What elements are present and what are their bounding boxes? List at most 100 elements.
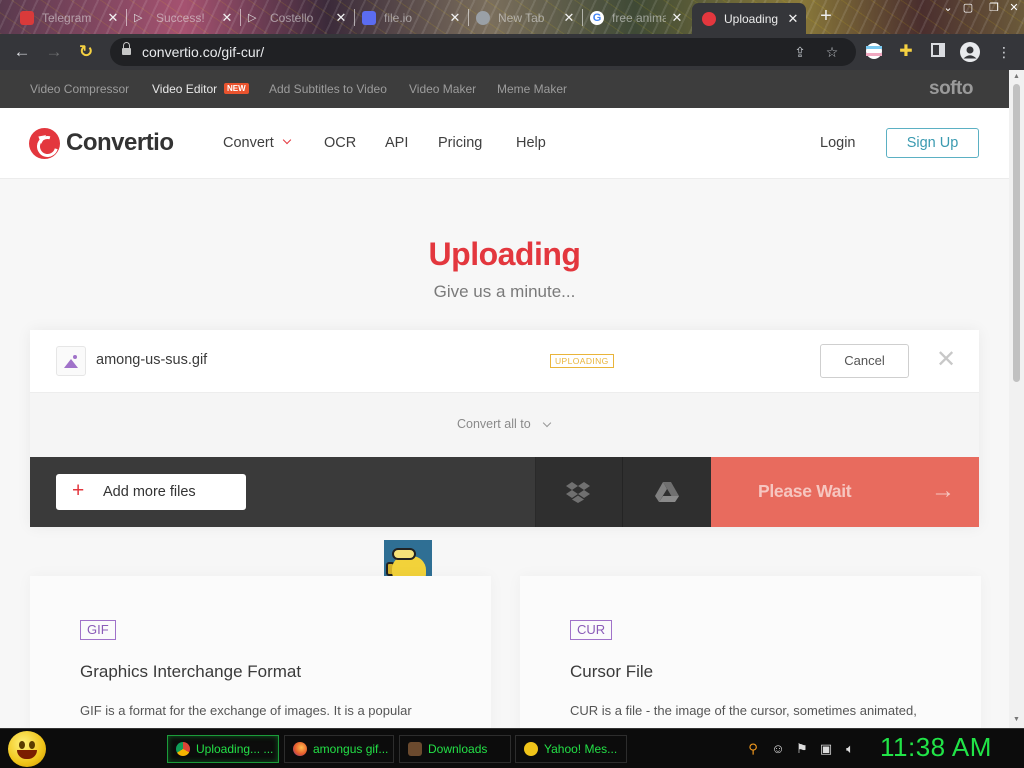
image-file-icon xyxy=(56,346,86,376)
convert-all-row: Convert all to xyxy=(30,393,979,457)
chevron-down-icon[interactable] xyxy=(282,135,292,145)
remove-file-icon[interactable]: ✕ xyxy=(934,348,958,372)
tab-title: file.io xyxy=(384,10,413,25)
nav-api[interactable]: API xyxy=(385,135,408,151)
scroll-up-icon[interactable]: ▲ xyxy=(1009,73,1024,80)
restore-icon[interactable]: ❐ xyxy=(984,0,1004,17)
status-badge: UPLOADING xyxy=(550,354,614,368)
promo-link-add-subtitles[interactable]: Add Subtitles to Video xyxy=(269,82,387,96)
convertio-logo-icon[interactable] xyxy=(29,128,60,159)
close-icon[interactable]: ✕ xyxy=(448,10,462,26)
taskbar-item[interactable]: Uploading... ... xyxy=(167,735,279,763)
taskbar-item-label: amongus gif... xyxy=(313,742,389,756)
browser-tab[interactable]: file.io ✕ xyxy=(356,4,468,31)
side-panel-icon[interactable] xyxy=(928,42,948,62)
search-icon[interactable]: ⚲ xyxy=(745,741,761,757)
taskbar-item-label: Downloads xyxy=(428,742,488,756)
tab-title: Uploading xyxy=(724,11,779,26)
site-header: Convertio Convert OCR API Pricing Help L… xyxy=(0,108,1009,179)
chrome-icon xyxy=(176,742,190,756)
maximize-icon[interactable]: ▢ xyxy=(958,0,978,17)
profile-flag-icon[interactable] xyxy=(864,42,884,62)
browser-tab[interactable]: ▷ Costello ✕ xyxy=(242,4,354,31)
tab-favicon xyxy=(362,10,376,25)
network-icon[interactable]: ▣ xyxy=(818,741,834,757)
promo-link-video-compressor[interactable]: Video Compressor xyxy=(30,82,129,96)
close-icon[interactable]: ✕ xyxy=(106,10,120,26)
tab-title: Success! xyxy=(156,10,205,25)
taskbar-item[interactable]: Downloads xyxy=(399,735,511,763)
nav-help[interactable]: Help xyxy=(516,135,546,151)
format-description: GIF is a format for the exchange of imag… xyxy=(80,703,412,718)
format-title: Cursor File xyxy=(570,662,654,681)
close-icon[interactable]: ✕ xyxy=(562,10,576,26)
page-scrollbar[interactable]: ▲ ▼ xyxy=(1009,70,1024,728)
window-close-icon[interactable]: ✕ xyxy=(1004,0,1024,17)
cursor-icon: ▷ xyxy=(134,11,143,24)
promo-link-meme-maker[interactable]: Meme Maker xyxy=(497,82,567,96)
browser-tab[interactable]: G free animated ✕ xyxy=(584,4,690,31)
action-bar: + Add more files Please Wait → xyxy=(30,457,979,527)
taskbar-item[interactable]: amongus gif... xyxy=(284,735,394,763)
tab-divider xyxy=(126,9,127,26)
tab-divider xyxy=(468,9,469,26)
promo-link-video-maker[interactable]: Video Maker xyxy=(409,82,476,96)
please-wait-button[interactable]: Please Wait → xyxy=(711,457,979,527)
share-icon[interactable]: ⇪ xyxy=(790,42,810,62)
add-more-files-button[interactable]: + Add more files xyxy=(56,474,246,510)
back-icon[interactable]: ← xyxy=(10,40,34,64)
page-title: Uploading xyxy=(428,236,581,272)
google-drive-icon[interactable] xyxy=(655,481,679,503)
signup-button[interactable]: Sign Up xyxy=(886,128,979,158)
format-info-gif: GIF Graphics Interchange Format GIF is a… xyxy=(30,576,491,728)
page-viewport: Video Compressor Video Editor NEW Add Su… xyxy=(0,70,1009,728)
browser-tab-active[interactable]: Uploading ✕ xyxy=(692,3,806,34)
close-icon[interactable]: ✕ xyxy=(334,10,348,26)
address-bar[interactable]: convertio.co/gif-cur/ ⇪ ☆ xyxy=(110,38,856,66)
bookmark-star-icon[interactable]: ☆ xyxy=(822,42,842,62)
reload-icon[interactable]: ↻ xyxy=(74,40,98,64)
taskbar-item[interactable]: Yahoo! Mes... xyxy=(515,735,627,763)
nav-convert[interactable]: Convert xyxy=(223,135,274,151)
taskbar-clock[interactable]: 11:38 AM xyxy=(880,732,992,763)
flag-icon[interactable]: ⚑ xyxy=(794,741,810,757)
url-text[interactable]: convertio.co/gif-cur/ xyxy=(142,44,264,60)
tab-title: Costello xyxy=(270,10,314,25)
convertio-logo-text[interactable]: Convertio xyxy=(66,129,174,157)
format-tag[interactable]: CUR xyxy=(570,620,613,640)
browser-tab[interactable]: New Tab ✕ xyxy=(470,4,582,31)
browser-tab[interactable]: ▷ Success! ✕ xyxy=(128,4,240,31)
close-icon[interactable]: ✕ xyxy=(220,10,234,26)
volume-icon[interactable]: 🔈︎ xyxy=(842,741,858,757)
browser-tab-strip: Telegram ✕ ▷ Success! ✕ ▷ Costello ✕ fil… xyxy=(0,0,1024,34)
dropbox-icon[interactable] xyxy=(566,481,590,503)
account-avatar-icon[interactable] xyxy=(960,42,980,62)
format-tag[interactable]: GIF xyxy=(80,620,116,640)
convert-all-dropdown[interactable]: Convert all to xyxy=(457,417,531,431)
browser-tab[interactable]: Telegram ✕ xyxy=(14,4,126,31)
start-menu-smiley-icon[interactable] xyxy=(8,731,46,767)
nav-pricing[interactable]: Pricing xyxy=(438,135,482,151)
chevron-down-icon[interactable] xyxy=(542,418,552,428)
scroll-down-icon[interactable]: ▼ xyxy=(1009,716,1024,723)
chrome-menu-icon[interactable]: ⋮ xyxy=(994,42,1014,62)
close-icon[interactable]: ✕ xyxy=(670,10,684,26)
extensions-icon[interactable]: ✚ xyxy=(896,42,916,62)
nav-ocr[interactable]: OCR xyxy=(324,135,356,151)
tab-divider xyxy=(354,9,355,26)
scrollbar-thumb[interactable] xyxy=(1013,84,1020,382)
login-link[interactable]: Login xyxy=(820,135,855,151)
cancel-button[interactable]: Cancel xyxy=(820,344,909,378)
taskbar-item-label: Yahoo! Mes... xyxy=(544,742,618,756)
forward-icon[interactable]: → xyxy=(42,40,66,64)
window-menu-icon[interactable]: ⌄ xyxy=(938,0,958,17)
softo-logo[interactable]: softo xyxy=(929,78,973,100)
yahoo-messenger-icon xyxy=(524,742,538,756)
messenger-tray-icon[interactable]: ☺ xyxy=(770,741,786,757)
tab-title: Telegram xyxy=(42,10,92,25)
promo-link-video-editor[interactable]: Video Editor xyxy=(152,82,217,96)
close-icon[interactable]: ✕ xyxy=(786,11,800,27)
lock-icon[interactable] xyxy=(122,42,131,57)
file-row: among-us-sus.gif UPLOADING Cancel ✕ xyxy=(30,330,979,393)
new-tab-button[interactable]: + xyxy=(815,5,837,27)
